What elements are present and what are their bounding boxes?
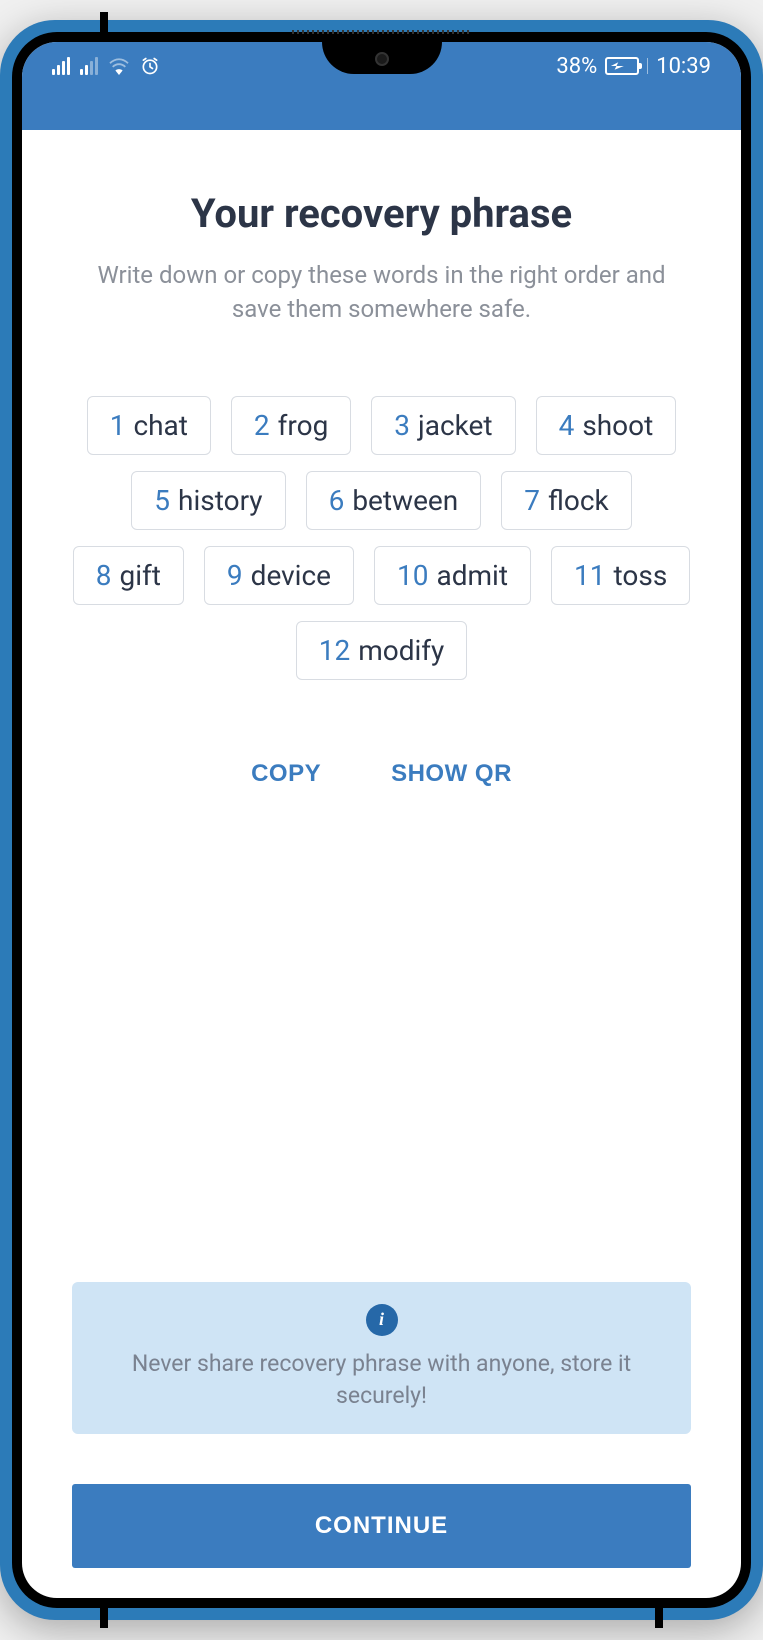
header-strip [22,90,741,130]
page-title: Your recovery phrase [72,190,691,237]
phone-speaker [282,30,482,36]
phrase-word: 1chat [87,396,211,455]
phrase-number: 3 [394,409,410,442]
phrase-text: admit [436,559,508,592]
page-subtitle: Write down or copy these words in the ri… [72,259,691,326]
content-area: Your recovery phrase Write down or copy … [22,130,741,1598]
phone-nub [100,1608,108,1628]
phrase-word: 6between [306,471,482,530]
continue-button[interactable]: CONTINUE [72,1484,691,1568]
wifi-icon [108,57,130,75]
battery-icon [605,57,639,75]
info-box: i Never share recovery phrase with anyon… [72,1282,691,1434]
recovery-phrase-grid: 1chat 2frog 3jacket 4shoot 5history 6between 7… [72,396,691,680]
signal-icon-2 [80,57,98,75]
phrase-number: 2 [254,409,270,442]
status-divider [647,58,648,74]
phrase-text: device [251,559,331,592]
phrase-number: 10 [397,559,428,592]
phrase-number: 5 [154,484,170,517]
phrase-text: history [178,484,263,517]
phrase-number: 1 [110,409,126,442]
info-text: Never share recovery phrase with anyone,… [102,1348,661,1412]
phrase-word: 12modify [296,621,468,680]
action-row: COPY SHOW QR [72,760,691,788]
phrase-word: 11 toss [551,546,690,605]
phrase-number: 11 [574,559,605,592]
phrase-word: 8gift [73,546,184,605]
phrase-number: 9 [227,559,243,592]
phone-camera [375,52,389,66]
phrase-word: 10admit [374,546,531,605]
show-qr-button[interactable]: SHOW QR [391,760,512,788]
phrase-text: gift [119,559,160,592]
phrase-number: 8 [96,559,112,592]
phone-nub [655,1608,663,1628]
status-time: 10:39 [656,54,711,79]
phone-nub [100,12,108,32]
phrase-text: chat [133,409,187,442]
battery-percent: 38% [556,54,597,79]
phrase-word: 9device [204,546,354,605]
alarm-icon [140,56,160,76]
phrase-word: 7flock [501,471,631,530]
phrase-number: 12 [319,634,350,667]
copy-button[interactable]: COPY [251,760,321,788]
phrase-word: 5history [131,471,285,530]
signal-icon [52,57,70,75]
phrase-number: 4 [559,409,575,442]
phrase-text: toss [614,559,668,592]
phrase-word: 3jacket [371,396,515,455]
info-icon: i [366,1304,398,1336]
phrase-text: shoot [582,409,653,442]
phrase-number: 7 [524,484,540,517]
phrase-number: 6 [329,484,345,517]
phrase-text: between [352,484,458,517]
phrase-word: 2frog [231,396,351,455]
phrase-word: 4shoot [536,396,677,455]
phone-frame: 38% 10:39 Your recovery phrase Write dow… [0,20,763,1620]
phrase-text: flock [548,484,609,517]
phrase-text: modify [358,634,444,667]
phrase-text: frog [278,409,329,442]
phrase-text: jacket [418,409,493,442]
